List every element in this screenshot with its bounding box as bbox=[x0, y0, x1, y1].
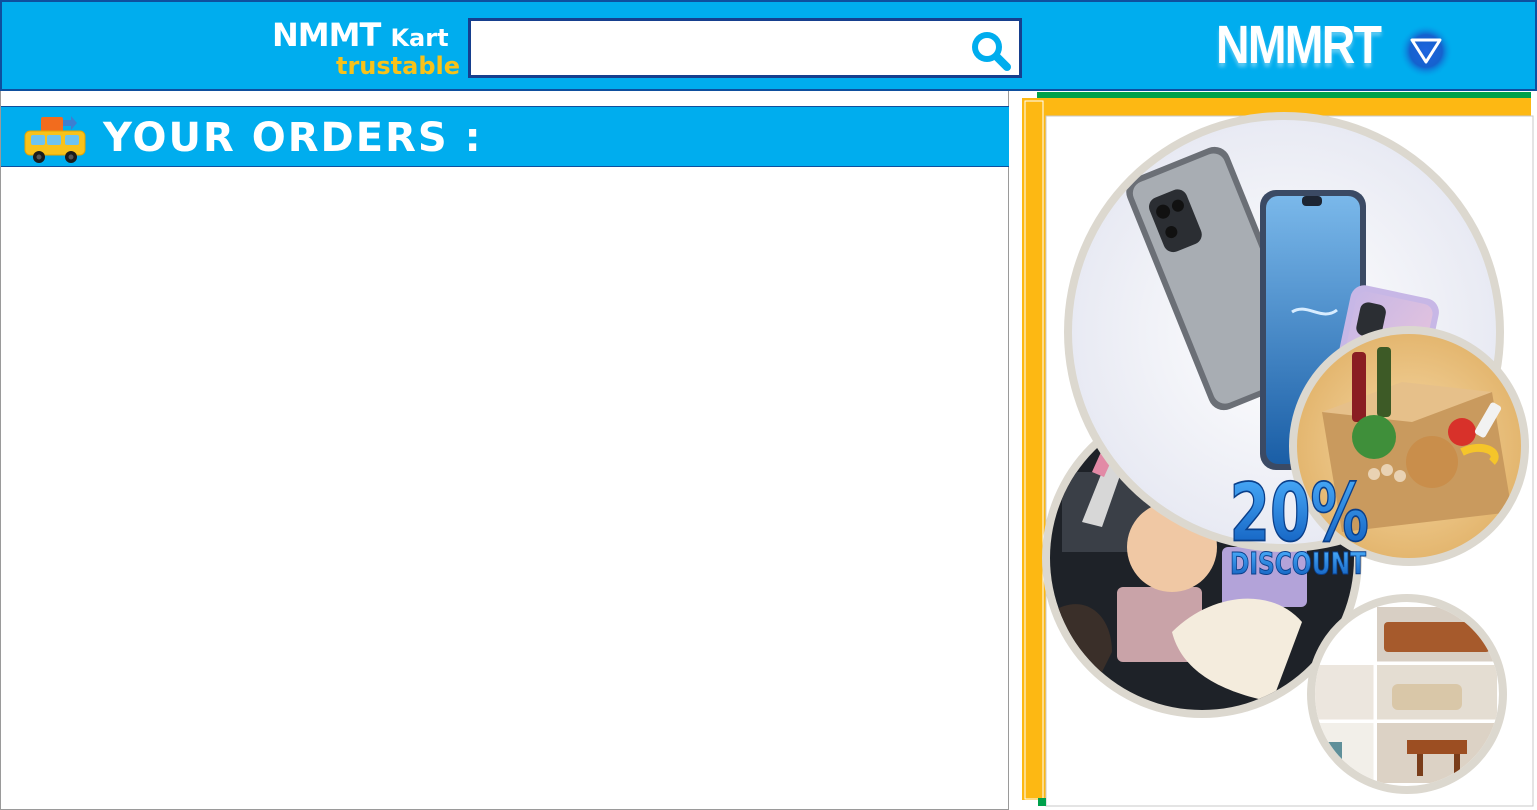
top-header: NMMT Kart trustable NMMRT bbox=[0, 0, 1537, 91]
discount-word: DISCOUNT bbox=[1230, 547, 1366, 582]
logo-main-text: NMMT bbox=[272, 16, 381, 54]
orders-panel: YOUR ORDERS : bbox=[0, 91, 1009, 810]
triangle-down-icon[interactable] bbox=[1399, 24, 1453, 78]
logo-text: NMMT Kart bbox=[272, 16, 449, 54]
search-input[interactable] bbox=[475, 25, 955, 71]
brand-name: NMMRT bbox=[1216, 15, 1382, 75]
orders-header: YOUR ORDERS : bbox=[1, 106, 1009, 167]
promo-collage: 20% DISCOUNT bbox=[1022, 92, 1534, 807]
logo-kart-text: Kart bbox=[390, 24, 449, 52]
furniture-circle bbox=[1307, 594, 1507, 794]
orders-list bbox=[1, 169, 1009, 809]
discount-badge: 20% DISCOUNT bbox=[1229, 466, 1370, 582]
promo-frame-left bbox=[1022, 98, 1046, 800]
delivery-truck-icon bbox=[24, 116, 86, 163]
search-bar bbox=[468, 18, 1022, 78]
site-logo[interactable]: NMMT Kart trustable bbox=[272, 16, 462, 86]
promo-banner[interactable]: 20% DISCOUNT bbox=[1022, 92, 1537, 810]
orders-title: YOUR ORDERS : bbox=[103, 115, 483, 161]
logo-tagline: trustable bbox=[336, 52, 461, 80]
search-icon[interactable] bbox=[967, 27, 1013, 73]
